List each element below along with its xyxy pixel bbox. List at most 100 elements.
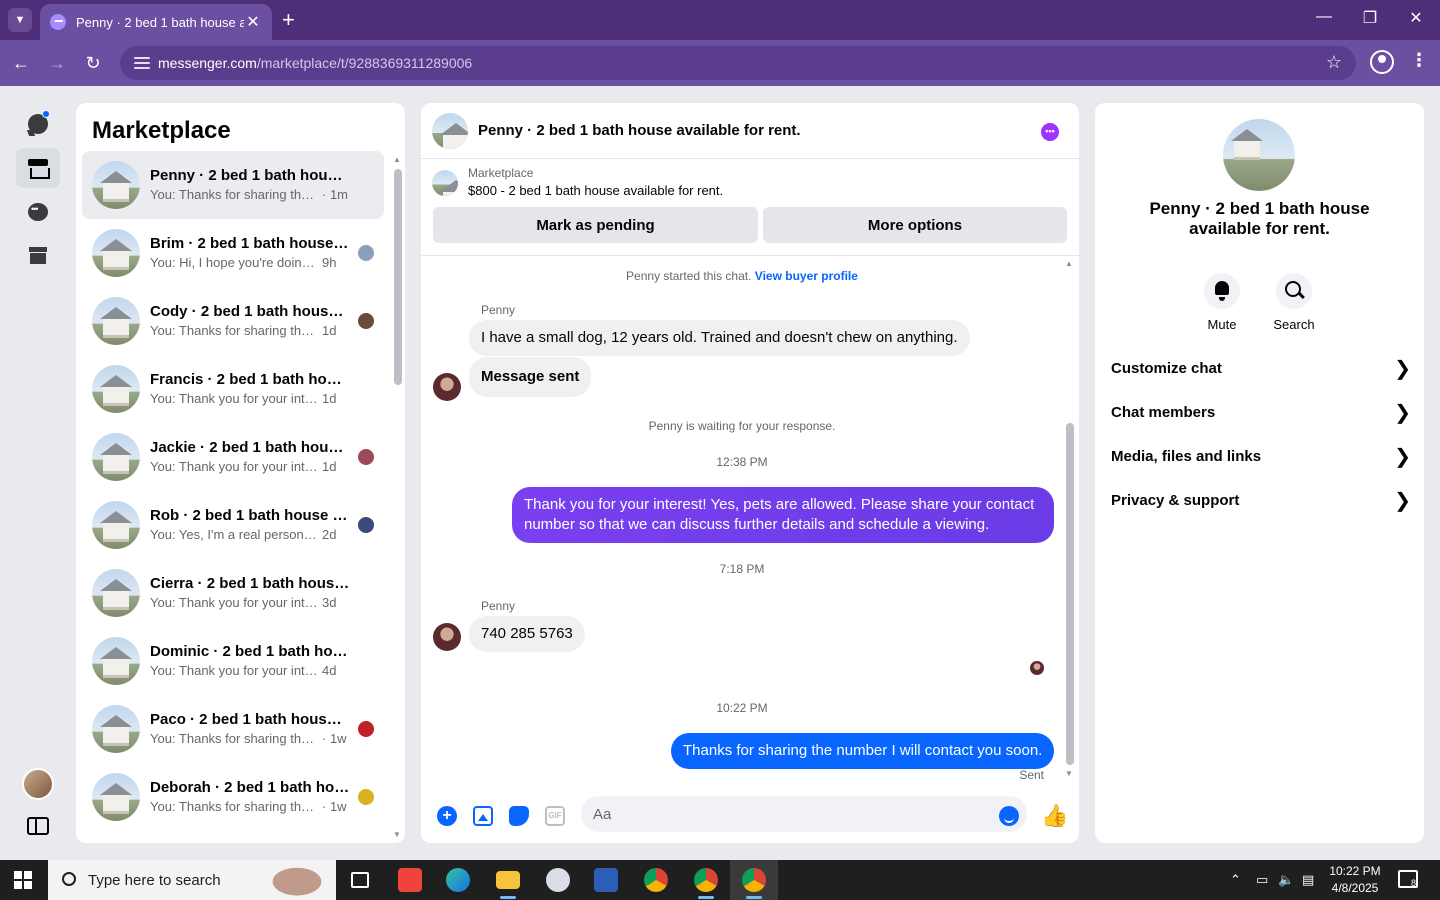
conversation-snippet: You: Yes, I'm a real person ma... [150, 527, 318, 542]
browser-menu-icon[interactable]: ⋮ [1410, 50, 1428, 71]
windows-start-icon[interactable] [14, 871, 32, 889]
penny-avatar[interactable] [433, 373, 461, 401]
reload-icon[interactable]: ↻ [80, 50, 106, 76]
bookmark-star-icon[interactable]: ☆ [1326, 52, 1342, 73]
volume-icon[interactable]: 🔈 [1278, 860, 1294, 900]
minimize-icon[interactable]: — [1312, 8, 1336, 26]
maximize-icon[interactable]: ❐ [1358, 8, 1382, 28]
mute-button[interactable]: Mute [1192, 273, 1252, 332]
chat-scrollbar[interactable] [1066, 423, 1074, 765]
window-close-icon[interactable]: ✕ [1404, 8, 1428, 28]
more-options-button[interactable]: More options [763, 207, 1067, 243]
conversation-item[interactable]: Brim · 2 bed 1 bath house a... You: Hi, I… [82, 219, 384, 287]
notification-count: 8 [1410, 878, 1416, 888]
snipping-tool-icon[interactable] [534, 860, 582, 900]
conversation-item[interactable]: Dominic · 2 bed 1 bath hou... You: Thank … [82, 627, 384, 695]
conversation-item[interactable]: Francis · 2 bed 1 bath hous... You: Thank… [82, 355, 384, 423]
network-icon[interactable]: ▤ [1302, 860, 1314, 900]
address-bar[interactable]: messenger.com/marketplace/t/928836931128… [120, 46, 1356, 80]
chat-scroll-down-icon[interactable]: ▼ [1065, 769, 1073, 778]
timestamp: 10:22 PM [716, 701, 768, 715]
chrome-active-icon[interactable] [730, 860, 778, 900]
word-icon[interactable] [582, 860, 630, 900]
conversation-item[interactable]: Penny · 2 bed 1 bath house... You: Thanks… [82, 151, 384, 219]
row-label: Customize chat [1111, 359, 1222, 377]
taskbar-search-box[interactable]: Type here to search [48, 860, 336, 900]
conversation-snippet: You: Thanks for sharing the ... [150, 187, 318, 202]
anydesk-icon[interactable] [386, 860, 434, 900]
sidebar-toggle-icon[interactable] [27, 817, 49, 835]
battery-icon[interactable]: ▭ [1256, 860, 1268, 900]
thumbs-up-icon[interactable]: 👍 [1041, 803, 1068, 829]
privacy-support-row[interactable]: Privacy & support ❯ [1111, 478, 1411, 522]
read-receipt-avatar [358, 789, 374, 805]
conversation-item[interactable]: Jackie · 2 bed 1 bath house ... You: Than… [82, 423, 384, 491]
mark-as-pending-button[interactable]: Mark as pending [433, 207, 758, 243]
rail-chats[interactable] [16, 104, 60, 144]
outgoing-message[interactable]: Thanks for sharing the number I will con… [671, 733, 1055, 769]
conversation-item[interactable]: Deborah · 2 bed 1 bath hou... You: Thanks… [82, 763, 384, 831]
listing-summary[interactable]: Marketplace $800 - 2 bed 1 bath house av… [432, 165, 723, 200]
show-hidden-icons[interactable]: ⌃ [1230, 860, 1241, 900]
forward-arrow-icon[interactable]: → [44, 50, 70, 76]
incoming-message[interactable]: I have a small dog, 12 years old. Traine… [469, 320, 970, 356]
conversation-item[interactable]: Paco · 2 bed 1 bath house a... You: Thank… [82, 695, 384, 763]
emoji-icon[interactable] [999, 806, 1019, 826]
tab-search-button[interactable]: ▼ [8, 8, 32, 32]
scroll-up-arrow-icon[interactable]: ▲ [393, 155, 401, 164]
new-tab-button[interactable]: + [282, 8, 295, 32]
penny-avatar[interactable] [433, 623, 461, 651]
tab-close-icon[interactable]: ✕ [244, 12, 262, 32]
incoming-message[interactable]: Message sent [469, 357, 592, 397]
chat-listing-photo[interactable] [432, 112, 468, 149]
list-scrollbar[interactable] [394, 169, 402, 385]
chat-header: Penny · 2 bed 1 bath house available for… [421, 103, 1079, 159]
windows-taskbar: Type here to search ⌃ ▭ 🔈 ▤ 10:22 PM 4/8… [0, 860, 1440, 900]
notification-center-icon[interactable]: 8 [1398, 870, 1418, 888]
customize-chat-row[interactable]: Customize chat ❯ [1111, 346, 1411, 390]
back-arrow-icon[interactable]: ← [8, 50, 34, 76]
task-view-icon[interactable] [336, 860, 384, 900]
conversation-list-panel: Marketplace Penny · 2 bed 1 bath house..… [76, 103, 405, 843]
conversation-item[interactable]: Cierra · 2 bed 1 bath house ... You: Than… [82, 559, 384, 627]
chrome-profile-m-icon[interactable] [682, 860, 730, 900]
incoming-message[interactable]: 740 285 5763 [469, 616, 585, 652]
conversation-item[interactable]: Cody · 2 bed 1 bath house ... You: Thanks… [82, 287, 384, 355]
rail-marketplace[interactable] [16, 148, 60, 188]
view-buyer-profile-link[interactable]: View buyer profile [755, 269, 858, 283]
clock-time: 10:22 PM [1329, 864, 1381, 878]
site-info-icon[interactable] [134, 57, 150, 69]
listing-avatar [92, 229, 140, 277]
scroll-down-arrow-icon[interactable]: ▼ [393, 830, 401, 839]
conversation-item[interactable]: Rob · 2 bed 1 bath house a... You: Yes, I… [82, 491, 384, 559]
chrome-icon[interactable] [632, 860, 680, 900]
info-listing-photo[interactable] [1223, 119, 1295, 191]
browser-tab-active[interactable]: Penny · 2 bed 1 bath house available for… [40, 4, 272, 40]
listing-avatar [92, 773, 140, 821]
file-explorer-icon[interactable] [484, 860, 532, 900]
tab-title: Penny · 2 bed 1 bath house available for… [76, 14, 244, 30]
conversation-name: Jackie · 2 bed 1 bath house ... [150, 439, 350, 456]
image-icon[interactable] [473, 806, 493, 826]
media-files-links-row[interactable]: Media, files and links ❯ [1111, 434, 1411, 478]
gif-icon[interactable]: GIF [545, 806, 565, 826]
message-input[interactable] [581, 796, 1027, 832]
chat-title[interactable]: Penny · 2 bed 1 bath house available for… [478, 122, 801, 139]
edge-icon[interactable] [434, 860, 482, 900]
profile-icon[interactable] [1370, 50, 1394, 74]
outgoing-message[interactable]: Thank you for your interest! Yes, pets a… [512, 487, 1054, 543]
taskbar-clock[interactable]: 10:22 PM 4/8/2025 [1318, 863, 1392, 897]
plus-icon[interactable]: + [437, 806, 457, 826]
chat-scroll-up-icon[interactable]: ▲ [1065, 259, 1073, 268]
user-avatar[interactable] [22, 768, 54, 800]
timestamp: 7:18 PM [719, 562, 765, 576]
search-button[interactable]: Search [1264, 273, 1324, 332]
rail-message-requests[interactable] [16, 192, 60, 232]
chat-members-row[interactable]: Chat members ❯ [1111, 390, 1411, 434]
sticker-icon[interactable] [509, 806, 529, 826]
rail-archived[interactable] [16, 236, 60, 276]
conversation-info-icon[interactable]: ••• [1041, 123, 1059, 141]
conversation-snippet: You: Thank you for your inter... [150, 663, 318, 678]
read-receipt-avatar [358, 245, 374, 261]
conversation-snippet: You: Thank you for your inter... [150, 391, 318, 406]
